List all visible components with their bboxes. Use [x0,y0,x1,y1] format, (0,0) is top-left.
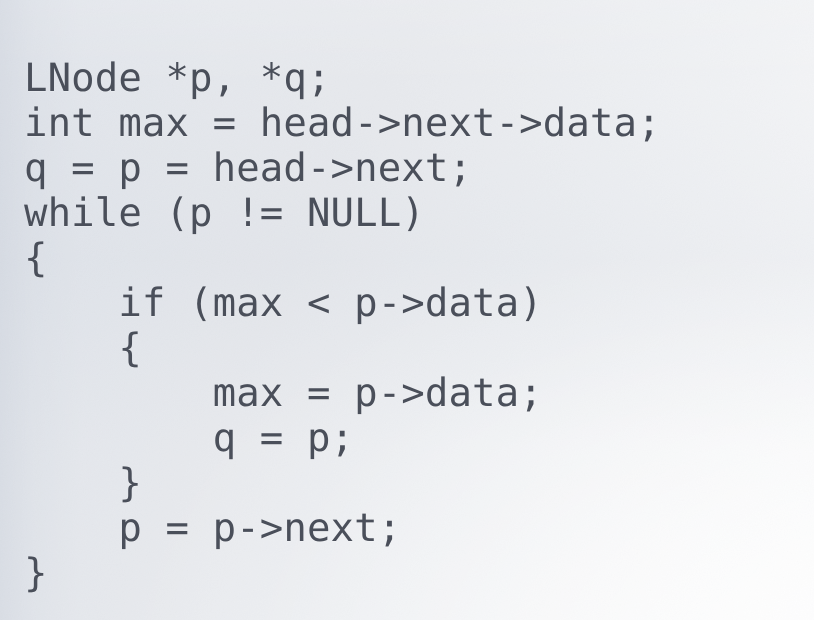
code-content: LNode *p, *q; int max = head->next->data;… [24,56,814,596]
code-line: q = p; [24,416,355,461]
code-line: { [24,236,48,281]
code-screenshot-surface: LNode *p, *q; int max = head->next->data;… [0,0,814,620]
code-line: LNode *p, *q; [24,56,331,101]
code-block: LNode *p, *q; int max = head->next->data;… [0,0,814,596]
code-line: { [24,326,142,371]
code-line: } [24,551,48,596]
code-line: max = p->data; [24,371,543,416]
code-line: } [24,461,142,506]
code-line: if (max < p->data) [24,281,543,326]
code-line: while (p != NULL) [24,191,425,236]
code-line: p = p->next; [24,506,402,551]
code-line: int max = head->next->data; [24,101,661,146]
code-line: q = p = head->next; [24,146,473,191]
